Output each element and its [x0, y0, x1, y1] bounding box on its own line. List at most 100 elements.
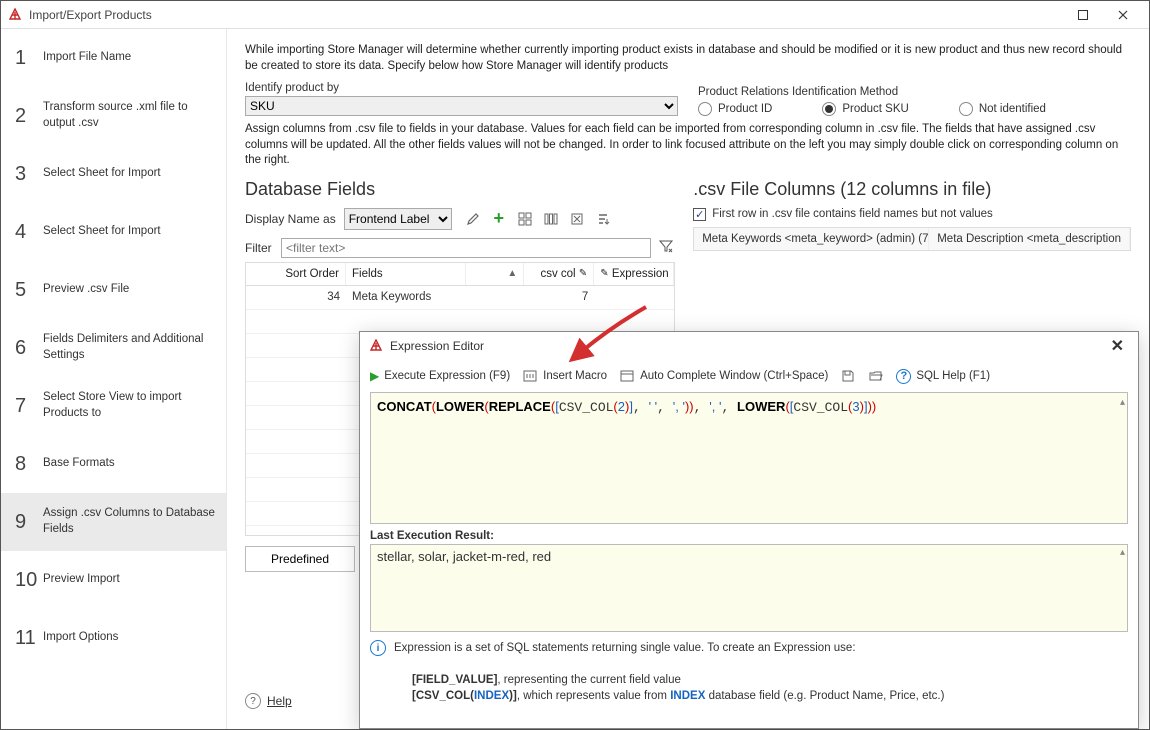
step-label: Transform source .xml file to output .cs… — [43, 100, 216, 131]
window-icon — [619, 368, 635, 384]
grid-row[interactable]: 34 Meta Keywords 7 — [246, 286, 674, 310]
display-name-dropdown[interactable]: Frontend Label — [344, 208, 452, 230]
button-label: Insert Macro — [543, 370, 607, 382]
step-label: Select Sheet for Import — [43, 224, 216, 240]
macro-icon — [522, 368, 538, 384]
step-label: Import File Name — [43, 50, 216, 66]
clear-icon[interactable] — [568, 210, 586, 228]
col-expression[interactable]: Expression — [612, 268, 669, 280]
close-button[interactable] — [1103, 1, 1143, 29]
step-label: Base Formats — [43, 456, 216, 472]
open-button[interactable] — [868, 368, 884, 384]
predefined-button[interactable]: Predefined — [245, 546, 355, 572]
columns-icon[interactable] — [542, 210, 560, 228]
pencil-icon[interactable] — [464, 210, 482, 228]
radio-product-id[interactable]: Product ID — [698, 102, 772, 116]
step-number: 10 — [15, 569, 43, 592]
result-label: Last Execution Result: — [370, 530, 1128, 542]
step-10[interactable]: 10Preview Import — [1, 551, 226, 609]
pencil-small-icon: ✎ — [600, 268, 608, 279]
cell-csv: 7 — [524, 291, 594, 303]
sort-asc-icon[interactable]: ▲ — [507, 268, 517, 279]
identify-dropdown[interactable]: SKU — [245, 96, 678, 116]
first-row-checkbox[interactable]: ✓ First row in .csv file contains field … — [693, 208, 1131, 221]
assign-description: Assign columns from .csv file to fields … — [245, 122, 1131, 169]
radio-not-identified[interactable]: Not identified — [959, 102, 1046, 116]
autocomplete-button[interactable]: Auto Complete Window (Ctrl+Space) — [619, 368, 828, 384]
info-icon: i — [370, 640, 386, 656]
dialog-close-button[interactable]: ✕ — [1105, 336, 1130, 356]
result-output[interactable]: ▴stellar, solar, jacket-m-red, red — [370, 544, 1128, 632]
insert-macro-button[interactable]: Insert Macro — [522, 368, 607, 384]
filter-label: Filter — [245, 241, 275, 255]
step-9[interactable]: 9Assign .csv Columns to Database Fields — [1, 493, 226, 551]
step-label: Select Sheet for Import — [43, 166, 216, 182]
database-fields-heading: Database Fields — [245, 179, 675, 200]
dialog-title: Expression Editor — [390, 339, 1105, 353]
sql-help-button[interactable]: ?SQL Help (F1) — [896, 369, 990, 384]
step-number: 6 — [15, 337, 43, 360]
checkbox-label: First row in .csv file contains field na… — [712, 208, 993, 220]
step-6[interactable]: 6Fields Delimiters and Additional Settin… — [1, 319, 226, 377]
col-fields[interactable]: Fields — [346, 263, 466, 285]
csv-column-headers[interactable]: Meta Keywords <meta_keyword> (admin) (7)… — [693, 227, 1131, 251]
info-text: Expression is a set of SQL statements re… — [394, 640, 944, 704]
step-4[interactable]: 4Select Sheet for Import — [1, 203, 226, 261]
scroll-up-icon[interactable]: ▴ — [1120, 395, 1125, 410]
radio-product-sku[interactable]: Product SKU — [822, 102, 908, 116]
step-label: Preview .csv File — [43, 282, 216, 298]
help-link[interactable]: ? Help — [245, 693, 292, 709]
col-sort-order[interactable]: Sort Order — [246, 263, 346, 285]
csv-col-header[interactable]: Meta Keywords <meta_keyword> (admin) (7) — [694, 228, 929, 250]
step-number: 9 — [15, 511, 43, 534]
radio-label: Product SKU — [842, 103, 908, 115]
step-label: Preview Import — [43, 572, 216, 588]
checkbox-checked-icon: ✓ — [693, 208, 706, 221]
cell-sort: 34 — [246, 291, 346, 303]
play-icon: ▶ — [370, 369, 379, 383]
expression-code-editor[interactable]: ▴CONCAT(LOWER(REPLACE([CSV_COL(2)], ' ',… — [370, 392, 1128, 524]
expression-editor-dialog: Expression Editor ✕ ▶ Execute Expression … — [359, 331, 1139, 729]
step-number: 2 — [15, 105, 43, 128]
radio-icon — [822, 102, 836, 116]
scroll-up-icon[interactable]: ▴ — [1120, 547, 1125, 558]
grid-icon[interactable] — [516, 210, 534, 228]
filter-input[interactable] — [281, 238, 651, 258]
csv-columns-heading: .csv File Columns (12 columns in file) — [693, 179, 1131, 200]
execute-button[interactable]: ▶ Execute Expression (F9) — [370, 369, 510, 383]
step-3[interactable]: 3Select Sheet for Import — [1, 145, 226, 203]
step-number: 4 — [15, 221, 43, 244]
step-5[interactable]: 5Preview .csv File — [1, 261, 226, 319]
sort-icon[interactable] — [594, 210, 612, 228]
step-number: 7 — [15, 395, 43, 418]
col-csv[interactable]: csv col — [540, 268, 575, 280]
relations-label: Product Relations Identification Method — [698, 86, 1131, 98]
app-icon — [368, 338, 384, 354]
plus-icon[interactable]: + — [490, 210, 508, 228]
dialog-titlebar: Expression Editor ✕ — [360, 332, 1138, 360]
grid-header: Sort Order Fields ▲ csv col ✎ ✎ Expressi… — [245, 262, 675, 286]
wizard-sidebar: 1Import File Name 2Transform source .xml… — [1, 29, 227, 729]
step-2[interactable]: 2Transform source .xml file to output .c… — [1, 87, 226, 145]
help-label: Help — [267, 694, 292, 708]
title-bar: Import/Export Products — [1, 1, 1149, 29]
identify-label: Identify product by — [245, 82, 678, 94]
radio-icon — [959, 102, 973, 116]
step-8[interactable]: 8Base Formats — [1, 435, 226, 493]
step-1[interactable]: 1Import File Name — [1, 29, 226, 87]
window-title: Import/Export Products — [29, 8, 1063, 22]
button-label: Execute Expression (F9) — [384, 370, 510, 382]
pencil-small-icon: ✎ — [579, 268, 587, 279]
radio-icon — [698, 102, 712, 116]
step-7[interactable]: 7Select Store View to import Products to — [1, 377, 226, 435]
step-number: 11 — [15, 627, 43, 650]
radio-label: Product ID — [718, 103, 772, 115]
funnel-clear-icon[interactable] — [657, 239, 675, 256]
help-blue-icon: ? — [896, 369, 911, 384]
grid-row[interactable] — [246, 310, 674, 334]
save-button[interactable] — [840, 368, 856, 384]
step-11[interactable]: 11Import Options — [1, 609, 226, 667]
csv-col-header[interactable]: Meta Description <meta_description — [929, 228, 1130, 250]
maximize-button[interactable] — [1063, 1, 1103, 29]
step-label: Assign .csv Columns to Database Fields — [43, 506, 216, 537]
